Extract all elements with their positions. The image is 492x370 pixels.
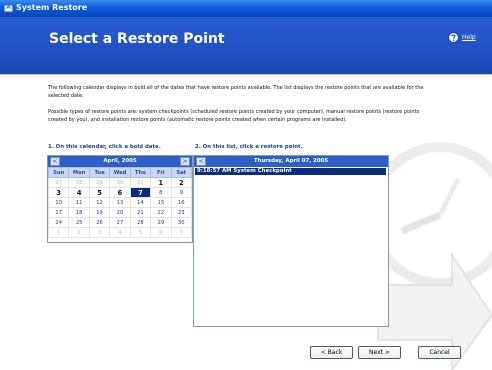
calendar-header: < April, 2005 > — [48, 156, 192, 167]
calendar-day[interactable]: 4 — [68, 187, 90, 198]
page-header: Select a Restore Point Help — [0, 17, 492, 75]
help-link[interactable]: Help — [448, 32, 476, 43]
title-bar: System Restore — [0, 0, 492, 17]
weekday-wed: Wed — [109, 167, 131, 178]
restore-point-item[interactable]: 9:18:57 AM System Checkpoint — [195, 168, 386, 175]
system-restore-icon — [4, 4, 13, 13]
calendar-day[interactable]: 8 — [150, 187, 172, 198]
calendar-day[interactable]: 17 — [47, 207, 70, 218]
calendar-day[interactable]: 29 — [88, 177, 111, 188]
calendar-day[interactable]: 30 — [170, 217, 193, 228]
calendar-day[interactable]: 12 — [88, 197, 111, 208]
calendar-week-row: 17 18 19 20 21 22 23 — [47, 207, 193, 218]
calendar-day[interactable]: 2 — [68, 227, 90, 238]
calendar-day[interactable]: 5 — [129, 227, 152, 238]
calendar-day[interactable]: 4 — [109, 227, 131, 238]
list-instruction: 2. On this list, click a restore point. — [195, 144, 303, 150]
window-title: System Restore — [16, 3, 88, 12]
calendar-day[interactable]: 21 — [129, 207, 152, 218]
intro-paragraph-types: Possible types of restore points are: sy… — [48, 109, 420, 123]
calendar-day[interactable]: 15 — [150, 197, 172, 208]
next-month-button[interactable]: > — [180, 157, 190, 166]
calendar-week-row: 3456789 — [47, 187, 193, 198]
weekday-fri: Fri — [150, 167, 172, 178]
calendar-day[interactable]: 22 — [150, 207, 172, 218]
weekday-mon: Mon — [68, 167, 90, 178]
calendar-day[interactable]: 2 — [170, 177, 193, 188]
help-icon — [448, 32, 459, 43]
calendar-day[interactable]: 19 — [88, 207, 111, 218]
calendar-day[interactable]: 11 — [68, 197, 90, 208]
calendar-week-row: 27 28 29 30 31 1 2 — [47, 177, 193, 188]
page-title: Select a Restore Point — [49, 31, 225, 47]
weekday-header-row: Sun Mon Tue Wed Thu Fri Sat — [47, 167, 193, 178]
calendar-month-label: April, 2005 — [103, 158, 137, 164]
calendar-day[interactable]: 1 — [150, 177, 172, 188]
calendar-week-row: 1234567 — [47, 227, 193, 238]
calendar-day[interactable]: 6 — [109, 187, 131, 198]
restore-list-date: Thursday, April 07, 2005 — [253, 158, 329, 164]
calendar-day[interactable]: 25 — [68, 217, 90, 228]
calendar-day[interactable]: 27 — [47, 177, 70, 188]
restore-point-list: < Thursday, April 07, 2005 9:18:57 AM Sy… — [193, 155, 389, 327]
weekday-sun: Sun — [47, 167, 70, 178]
calendar-instruction: 1. On this calendar, click a bold date. — [48, 144, 161, 150]
calendar-day[interactable]: 14 — [129, 197, 152, 208]
calendar-day[interactable]: 3 — [47, 187, 70, 198]
restore-calendar: < April, 2005 > Sun Mon Tue Wed Thu Fri Sat 27… — [47, 155, 193, 243]
calendar-day[interactable]: 31 — [129, 177, 152, 188]
calendar-day[interactable]: 13 — [109, 197, 131, 208]
calendar-day[interactable]: 1 — [47, 227, 70, 238]
calendar-day[interactable]: 30 — [109, 177, 131, 188]
calendar-day[interactable]: 10 — [47, 197, 70, 208]
calendar-day[interactable]: 18 — [68, 207, 90, 218]
intro-paragraph-calendar: The following calendar displays in bold … — [48, 85, 424, 99]
calendar-grid: Sun Mon Tue Wed Thu Fri Sat 27 28 29 30 31 1 2 3 4 5 6 7 8… — [47, 167, 193, 238]
main-content: The following calendar displays in bold … — [0, 75, 492, 370]
calendar-day[interactable]: 16 — [170, 197, 193, 208]
weekday-thu: Thu — [129, 167, 152, 178]
calendar-day[interactable]: 3 — [88, 227, 111, 238]
calendar-day[interactable]: 23 — [170, 207, 193, 218]
cancel-button[interactable]: Cancel — [418, 346, 461, 359]
calendar-day[interactable]: 7 — [170, 227, 193, 238]
calendar-day[interactable]: 5 — [88, 187, 111, 198]
restore-list-header: < Thursday, April 07, 2005 — [194, 156, 388, 167]
calendar-day[interactable]: 9 — [170, 187, 193, 198]
weekday-sat: Sat — [170, 167, 193, 178]
calendar-day[interactable]: 27 — [109, 217, 131, 228]
calendar-day[interactable]: 28 — [129, 217, 152, 228]
back-button[interactable]: < Back — [310, 346, 353, 359]
next-button[interactable]: Next > — [358, 346, 401, 359]
weekday-tue: Tue — [88, 167, 111, 178]
calendar-day-selected[interactable]: 7 — [129, 187, 152, 198]
calendar-day[interactable]: 26 — [88, 217, 111, 228]
calendar-week-row: 24 25 26 27 28 29 30 — [47, 217, 193, 228]
calendar-day[interactable]: 24 — [47, 217, 70, 228]
calendar-day[interactable]: 20 — [109, 207, 131, 218]
calendar-day[interactable]: 28 — [68, 177, 90, 188]
calendar-day[interactable]: 29 — [150, 217, 172, 228]
help-label: Help — [462, 34, 476, 41]
calendar-day[interactable]: 6 — [150, 227, 172, 238]
calendar-week-row: 10 11 12 13 14 15 16 — [47, 197, 193, 208]
